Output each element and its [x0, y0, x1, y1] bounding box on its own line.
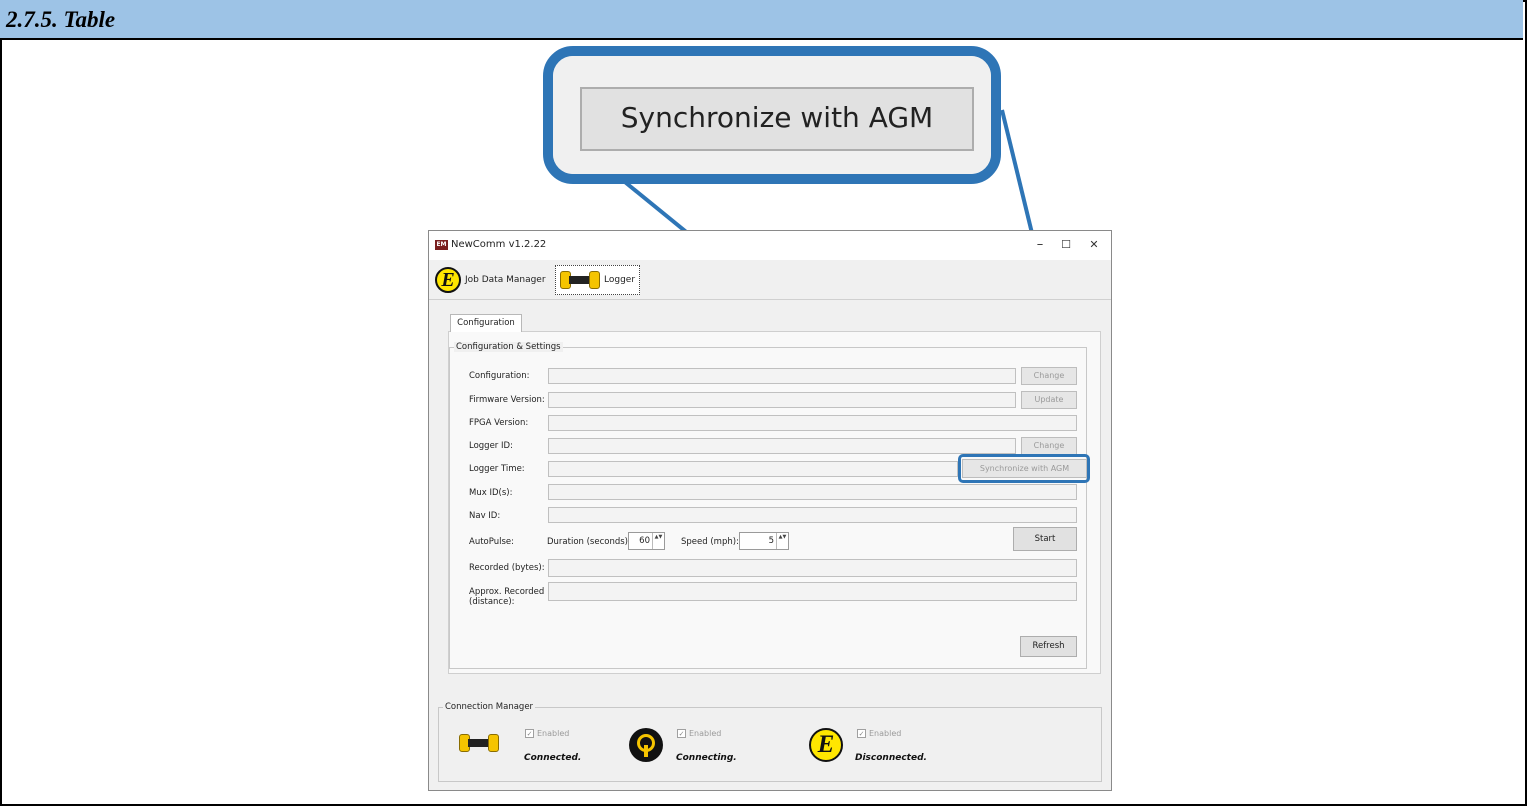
speed-spin-arrows[interactable]: ▲▼ [776, 533, 788, 549]
speed-spinner[interactable]: 5 ▲▼ [739, 532, 789, 550]
radar-connection-status: Connecting. [676, 753, 737, 763]
app-icon: EM [435, 240, 448, 250]
duration-label: Duration (seconds): [547, 537, 631, 547]
logger-label: Logger [604, 275, 636, 285]
radar-enabled-checkbox[interactable]: ✓ Enabled [677, 729, 721, 738]
close-button[interactable]: ✕ [1079, 233, 1109, 257]
logger-button[interactable]: Logger [555, 265, 641, 295]
radar-device-icon [629, 728, 663, 762]
title-bar: EM NewComm v1.2.22 – ☐ ✕ [429, 231, 1111, 260]
logger-id-label: Logger ID: [469, 441, 513, 451]
radar-enabled-label: Enabled [689, 729, 722, 738]
logger-icon [560, 269, 600, 291]
job-data-manager-label: Job Data Manager [465, 275, 546, 285]
checkbox-check-icon: ✓ [677, 729, 686, 738]
e-logo-icon: E [435, 267, 461, 293]
change-configuration-button[interactable]: Change [1021, 367, 1077, 385]
zoom-callout: Synchronize with AGM [543, 46, 1001, 184]
speed-value: 5 [768, 536, 774, 546]
logger-enabled-label: Enabled [537, 729, 570, 738]
checkbox-check-icon: ✓ [525, 729, 534, 738]
e-device-connection-status: Disconnected. [855, 753, 927, 763]
firmware-version-field [548, 392, 1016, 408]
approx-recorded-field [548, 582, 1077, 601]
maximize-button[interactable]: ☐ [1051, 233, 1081, 257]
approx-recorded-label-line2: (distance): [469, 597, 515, 607]
logger-device-icon [459, 732, 499, 754]
speed-label: Speed (mph): [681, 537, 739, 547]
callout-sync-button: Synchronize with AGM [580, 87, 974, 151]
e-device-enabled-label: Enabled [869, 729, 902, 738]
tab-configuration[interactable]: Configuration [450, 314, 522, 332]
approx-recorded-label-line1: Approx. Recorded [469, 587, 545, 597]
fpga-version-label: FPGA Version: [469, 418, 529, 428]
module-toolbar: E Job Data Manager Logger [429, 260, 1111, 300]
nav-id-label: Nav ID: [469, 511, 501, 521]
configuration-label: Configuration: [469, 371, 530, 381]
sync-button-highlight [958, 454, 1090, 483]
mux-ids-field [548, 484, 1077, 500]
e-logo-device-icon: E [809, 728, 843, 762]
logger-id-field [548, 438, 1016, 454]
recorded-bytes-field [548, 559, 1077, 577]
autopulse-label: AutoPulse: [469, 537, 514, 547]
checkbox-check-icon: ✓ [857, 729, 866, 738]
start-button[interactable]: Start [1013, 527, 1077, 551]
logger-time-label: Logger Time: [469, 464, 525, 474]
nav-id-field [548, 507, 1077, 523]
update-firmware-button[interactable]: Update [1021, 391, 1077, 409]
configuration-field [548, 368, 1016, 384]
duration-spin-arrows[interactable]: ▲▼ [652, 533, 664, 549]
duration-spinner[interactable]: 60 ▲▼ [628, 532, 665, 550]
logger-connection-status: Connected. [524, 753, 582, 763]
fpga-version-field [548, 415, 1077, 431]
connection-manager-group: Connection Manager ✓ Enabled Connected. … [438, 702, 1102, 782]
logger-enabled-checkbox[interactable]: ✓ Enabled [525, 729, 569, 738]
e-device-enabled-checkbox[interactable]: ✓ Enabled [857, 729, 901, 738]
configuration-settings-title: Configuration & Settings [454, 342, 563, 352]
logger-time-field [548, 461, 958, 477]
section-heading: 2.7.5. Table [6, 7, 116, 32]
firmware-version-label: Firmware Version: [469, 395, 545, 405]
change-logger-id-button[interactable]: Change [1021, 437, 1077, 455]
connection-manager-title: Connection Manager [443, 702, 536, 712]
duration-value: 60 [639, 536, 650, 546]
refresh-button[interactable]: Refresh [1020, 636, 1077, 657]
window-title: NewComm v1.2.22 [451, 239, 547, 250]
document-header-bar: 2.7.5. Table [0, 0, 1523, 40]
mux-ids-label: Mux ID(s): [469, 488, 513, 498]
newcomm-window: EM NewComm v1.2.22 – ☐ ✕ E Job Data Mana… [428, 230, 1112, 791]
recorded-bytes-label: Recorded (bytes): [469, 563, 545, 573]
job-data-manager-button[interactable]: E Job Data Manager [431, 265, 550, 295]
